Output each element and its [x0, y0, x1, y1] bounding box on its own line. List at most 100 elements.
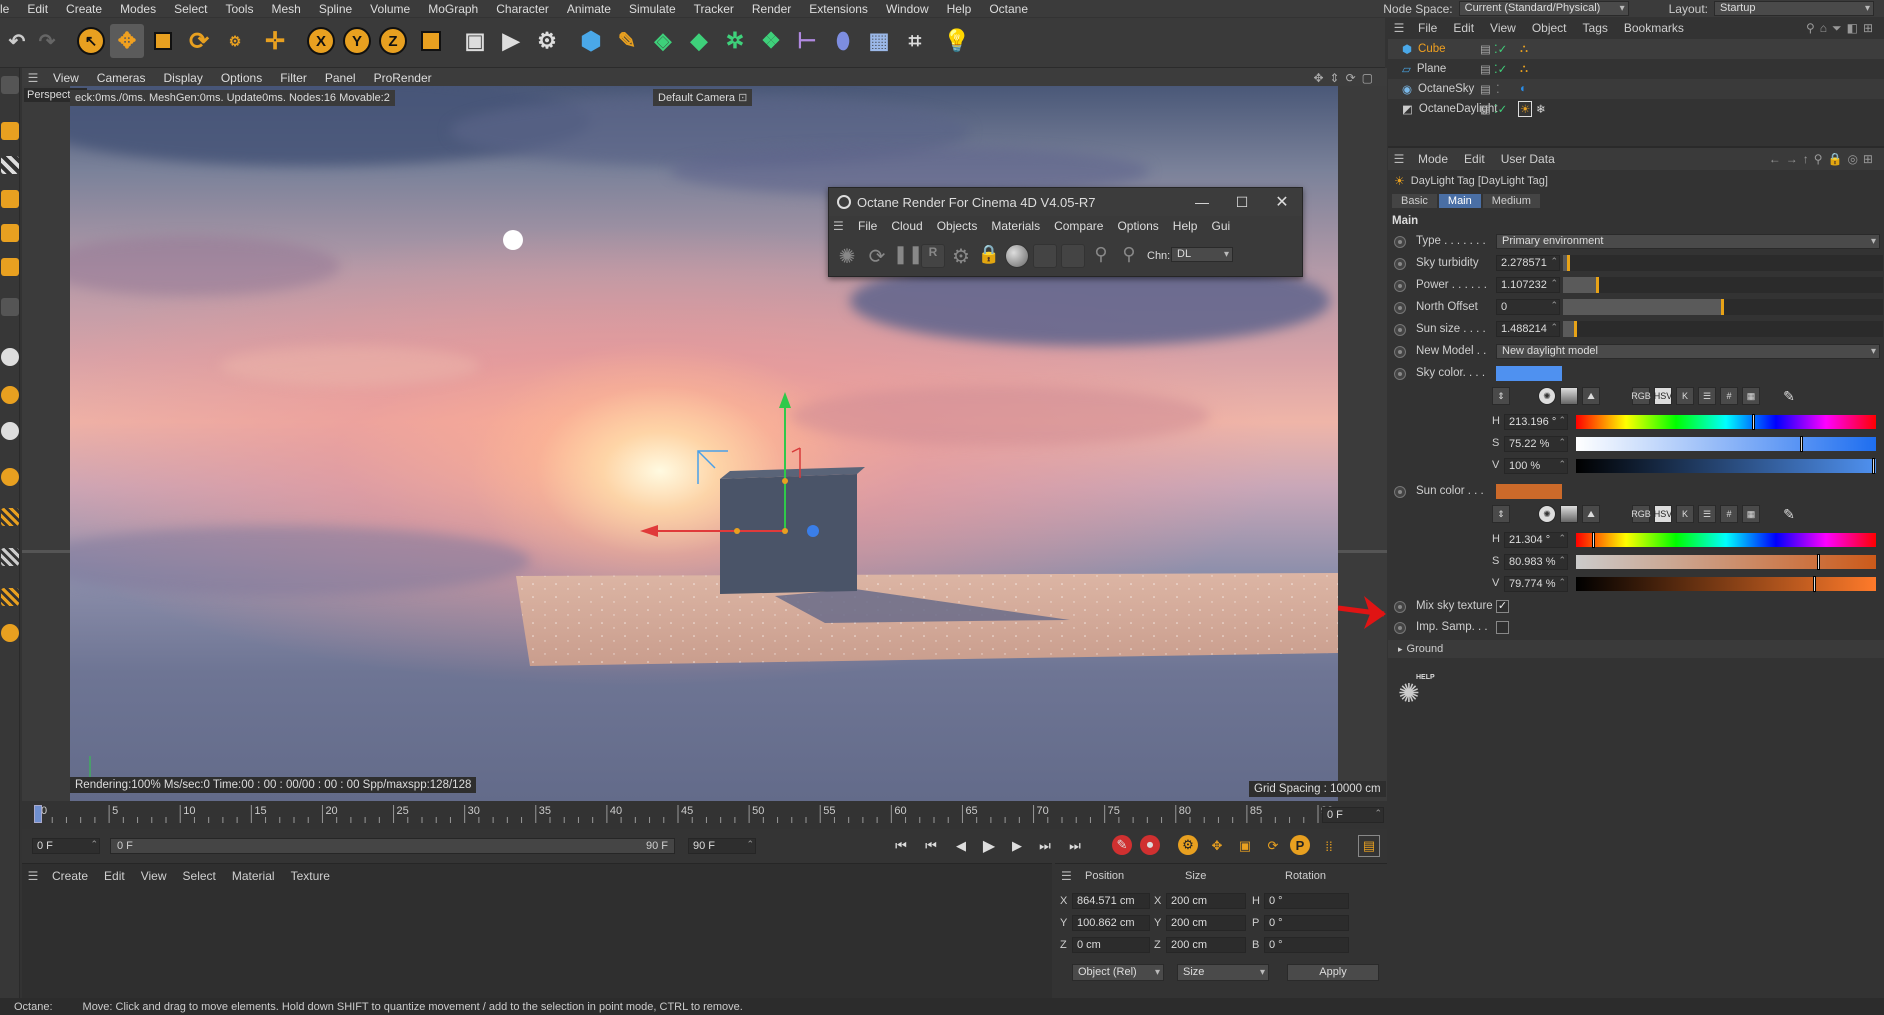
viewport-menu-icon[interactable]: ☰ [22, 71, 44, 85]
channel-select[interactable]: DL [1171, 247, 1233, 262]
viewport-menu-view[interactable]: View [44, 71, 88, 85]
point-mode-icon[interactable] [1, 190, 19, 208]
animate-radio[interactable] [1394, 258, 1406, 270]
visibility-toggle-icon[interactable]: ▤ [1480, 102, 1491, 116]
animate-radio[interactable] [1394, 324, 1406, 336]
hue-knob[interactable] [1592, 532, 1595, 548]
octane-help-button[interactable]: ✺ HELP [1398, 674, 1435, 708]
octane-subsampling-icon[interactable] [1061, 244, 1085, 268]
octane-menu-cloud[interactable]: Cloud [884, 219, 929, 233]
object-row-octanedaylight[interactable]: ◩ OctaneDaylight ▤ ⁚✓ ☀ ❄ [1388, 99, 1884, 119]
sky-s-input[interactable]: 75.22 % [1504, 435, 1568, 452]
position-key-icon[interactable]: ✥ [1206, 835, 1228, 857]
eyedropper-icon[interactable]: ✎ [1780, 505, 1798, 523]
next-key-icon[interactable]: ⏭ [1034, 835, 1056, 857]
octane-send-scene-icon[interactable]: ✺ [835, 244, 859, 268]
octane-menu-materials[interactable]: Materials [984, 219, 1047, 233]
redo-icon[interactable]: ↷ [30, 24, 64, 58]
transform-tool-icon[interactable]: ✛ [258, 24, 292, 58]
slider-knob[interactable] [1721, 299, 1724, 315]
hue-knob[interactable] [1752, 414, 1755, 430]
mm-menu-create[interactable]: Create [44, 869, 96, 883]
close-icon[interactable]: ✕ [1262, 192, 1302, 212]
color-image-icon[interactable]: ⛰ [1582, 505, 1600, 523]
menu-item-select[interactable]: Select [165, 2, 216, 16]
animate-radio[interactable] [1394, 601, 1406, 613]
maximize-icon[interactable]: ☐ [1222, 194, 1262, 211]
sky-value-bar[interactable] [1576, 458, 1876, 474]
end-frame-field[interactable]: 90 F [688, 837, 756, 854]
timeline-window-icon[interactable]: ▤ [1358, 835, 1380, 857]
octane-restart-icon[interactable]: ⟳ [865, 244, 889, 268]
field-icon[interactable]: ⊢ [790, 24, 824, 58]
sun-size-slider[interactable] [1563, 321, 1883, 337]
render-region-icon[interactable]: ▣ [458, 24, 492, 58]
mm-menu-texture[interactable]: Texture [283, 869, 338, 883]
cube-object-icon[interactable]: ⬢ [574, 24, 608, 58]
current-frame-field[interactable]: 0 F [1322, 806, 1384, 823]
move-tool-icon[interactable]: ✥ [110, 24, 144, 58]
camera-label[interactable]: Default Camera ⊡ [653, 89, 753, 106]
snap-settings-icon[interactable] [1, 386, 19, 404]
value-knob[interactable] [1813, 576, 1816, 592]
color-wheel-icon[interactable]: ✺ [1538, 505, 1556, 523]
color-image-icon[interactable]: ⛰ [1582, 387, 1600, 405]
new-model-select[interactable]: New daylight model [1496, 344, 1880, 359]
daylight-tag-icon[interactable]: ☀ [1518, 101, 1533, 117]
animate-radio[interactable] [1394, 486, 1406, 498]
position-y-field[interactable]: 100.862 cm [1072, 915, 1150, 931]
menu-item-create[interactable]: Create [57, 2, 111, 16]
viewport-menu-cameras[interactable]: Cameras [88, 71, 155, 85]
grid-icon[interactable] [1, 508, 19, 526]
render-view-icon[interactable]: ▶ [494, 24, 528, 58]
octane-clay-icon[interactable] [1033, 244, 1057, 268]
make-editable-icon[interactable] [1, 76, 19, 94]
scene-floor-icon[interactable]: ⬮ [826, 24, 860, 58]
octane-lock-icon[interactable]: 🔒 [977, 244, 1001, 268]
deformer-icon[interactable]: ❖ [754, 24, 788, 58]
sky-color-swatch[interactable] [1496, 366, 1562, 381]
camera-icon[interactable]: ⌗ [898, 24, 932, 58]
mm-menu-edit[interactable]: Edit [96, 869, 133, 883]
rgb-mode-button[interactable]: RGB [1631, 505, 1651, 523]
menu-item-tracker[interactable]: Tracker [685, 2, 743, 16]
attribute-manager-menu-icon[interactable]: ☰ [1388, 152, 1410, 166]
visibility-toggle-icon[interactable]: ▤ [1480, 42, 1491, 56]
sun-hue-bar[interactable] [1576, 532, 1876, 548]
animate-radio[interactable] [1394, 622, 1406, 634]
point-level-icon[interactable]: ⁞⁞ [1318, 835, 1340, 857]
x-axis-lock-icon[interactable]: X [304, 24, 338, 58]
menu-item-window[interactable]: Window [877, 2, 938, 16]
saturation-knob[interactable] [1817, 554, 1820, 570]
om-menu-object[interactable]: Object [1524, 21, 1575, 35]
tab-main[interactable]: Main [1438, 194, 1481, 208]
sky-turbidity-slider[interactable] [1563, 255, 1883, 271]
live-selection-icon[interactable]: ↖ [74, 24, 108, 58]
mm-menu-material[interactable]: Material [224, 869, 283, 883]
visibility-toggle-icon[interactable]: ▤ [1480, 62, 1491, 76]
slider-knob[interactable] [1567, 255, 1570, 271]
color-spectrum-icon[interactable] [1560, 387, 1578, 405]
menu-item-render[interactable]: Render [743, 2, 800, 16]
edge-mode-icon[interactable] [1, 224, 19, 242]
menu-item-tools[interactable]: Tools [216, 2, 262, 16]
north-offset-input[interactable]: 0 [1496, 298, 1560, 315]
enabled-check-icon[interactable]: ⁚✓ [1494, 62, 1507, 76]
auto-keying-icon[interactable]: ⏺ [1140, 835, 1160, 855]
timeline-ruler[interactable]: 051015202530354045505560657075808590 0 F [22, 801, 1387, 829]
om-menu-file[interactable]: File [1410, 21, 1445, 35]
slider-knob[interactable] [1574, 321, 1577, 337]
color-mixer-icon[interactable]: ☰ [1698, 387, 1716, 405]
hsv-mode-button[interactable]: HSV [1654, 387, 1672, 405]
octane-menu-compare[interactable]: Compare [1047, 219, 1110, 233]
sky-turbidity-input[interactable]: 2.278571 [1496, 254, 1560, 271]
animate-radio[interactable] [1394, 346, 1406, 358]
previous-frame-icon[interactable]: ◀ [950, 835, 972, 857]
snowflake-tag-icon[interactable]: ❄ [1536, 102, 1546, 116]
menu-item-octane[interactable]: Octane [980, 2, 1037, 16]
octane-settings-icon[interactable]: ⚙ [949, 244, 973, 268]
am-menu-edit[interactable]: Edit [1456, 152, 1493, 166]
menu-item-spline[interactable]: Spline [310, 2, 361, 16]
position-z-field[interactable]: 0 cm [1072, 937, 1150, 953]
environment-tag-icon[interactable]: ◐ [1520, 83, 1527, 95]
